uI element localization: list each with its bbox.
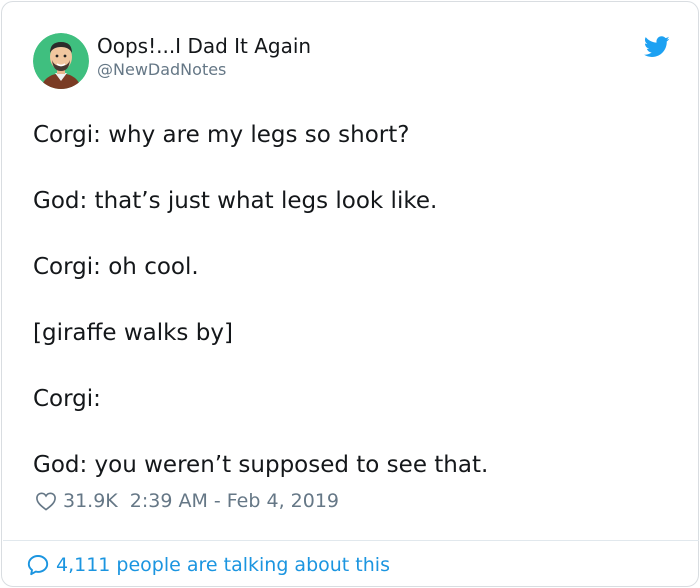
conversation-link[interactable]: 4,111 people are talking about this xyxy=(26,551,390,579)
avatar[interactable] xyxy=(33,33,89,89)
user-handle[interactable]: @NewDadNotes xyxy=(97,60,226,79)
tweet-timestamp[interactable]: 2:39 AM - Feb 4, 2019 xyxy=(130,490,339,512)
tweet-line: Corgi: why are my legs so short? xyxy=(33,122,410,148)
talking-count[interactable]: 4,111 people are talking about this xyxy=(56,554,390,576)
divider xyxy=(3,540,699,541)
tweet-line: God: that’s just what legs look like. xyxy=(33,188,438,214)
tweet-line: Corgi: xyxy=(33,386,101,412)
like-count[interactable]: 31.9K xyxy=(63,490,118,512)
twitter-bird-icon[interactable] xyxy=(644,36,670,58)
tweet-line: God: you weren’t supposed to see that. xyxy=(33,452,489,478)
tweet-card: Oops!...I Dad It Again @NewDadNotes Corg… xyxy=(1,1,699,587)
tweet-line: [giraffe walks by] xyxy=(33,320,233,346)
tweet-line: Corgi: oh cool. xyxy=(33,254,199,280)
heart-outline-icon[interactable] xyxy=(35,491,57,511)
display-name[interactable]: Oops!...I Dad It Again xyxy=(97,34,311,58)
tweet-meta: 31.9K 2:39 AM - Feb 4, 2019 xyxy=(35,488,339,514)
speech-bubble-icon xyxy=(27,555,49,576)
cartoon-man-avatar-icon xyxy=(33,33,89,89)
